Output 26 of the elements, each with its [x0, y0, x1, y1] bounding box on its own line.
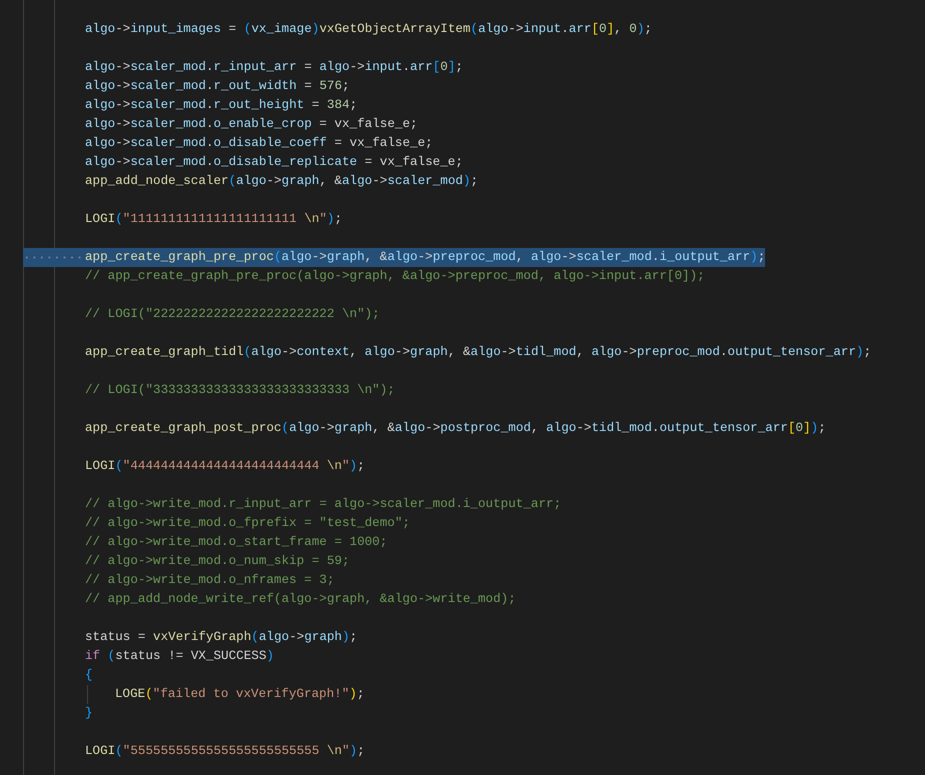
code-line: algo->scaler_mod.r_out_width = 576; — [84, 78, 350, 95]
code-line: { — [84, 667, 93, 684]
code-line: LOGI("4444444444444444444444444 \n"); — [84, 458, 365, 475]
code-line: status = vxVerifyGraph(algo->graph); — [84, 629, 358, 646]
code-line: app_create_graph_post_proc(algo->graph, &algo->postproc_mod, algo->tidl_mod.output_tensor_arr[0]); — [84, 420, 826, 437]
code-line: algo->scaler_mod.o_disable_replicate = vx_false_e; — [84, 154, 463, 171]
code-line: algo->scaler_mod.r_input_arr = algo->input.arr[0]; — [84, 59, 463, 76]
code-line: app_add_node_scaler(algo->graph, &algo->scaler_mod); — [84, 173, 478, 190]
code-line: algo->scaler_mod.o_enable_crop = vx_false_e; — [84, 116, 418, 133]
code-line: // algo->write_mod.o_fprefix = "test_demo"; — [84, 515, 410, 532]
code-line: algo->scaler_mod.r_out_height = 384; — [84, 97, 358, 114]
code-line: if (status != VX_SUCCESS) — [84, 648, 274, 665]
code-line: // algo->write_mod.o_num_skip = 59; — [84, 553, 350, 570]
code-line: // algo->write_mod.o_start_frame = 1000; — [84, 534, 388, 551]
code-line: // app_add_node_write_ref(algo->graph, &algo->write_mod); — [84, 591, 516, 608]
code-line: } — [84, 705, 93, 722]
code-line: algo->input_images = (vx_image)vxGetObjectArrayItem(algo->input.arr[0], 0); — [84, 21, 652, 38]
code-line: // algo->write_mod.r_input_arr = algo->scaler_mod.i_output_arr; — [84, 496, 562, 513]
code-line: // LOGI("222222222222222222222222 \n"); — [84, 306, 380, 323]
code-line: // app_create_graph_pre_proc(algo->graph, &algo->preproc_mod, algo->input.arr[0]); — [84, 268, 705, 285]
code-line: algo->scaler_mod.o_disable_coeff = vx_false_e; — [84, 135, 433, 152]
code-line: app_create_graph_tidl(algo->context, algo->graph, &algo->tidl_mod, algo->preproc_mod.output_tensor_arr); — [84, 344, 872, 361]
code-line: LOGI("5555555555555555555555555 \n"); — [84, 743, 365, 760]
code-line: // LOGI("33333333333333333333333333 \n"); — [84, 382, 395, 399]
code-line: // algo->write_mod.o_nframes = 3; — [84, 572, 334, 589]
code-line: LOGI("1111111111111111111111 \n"); — [84, 211, 342, 228]
